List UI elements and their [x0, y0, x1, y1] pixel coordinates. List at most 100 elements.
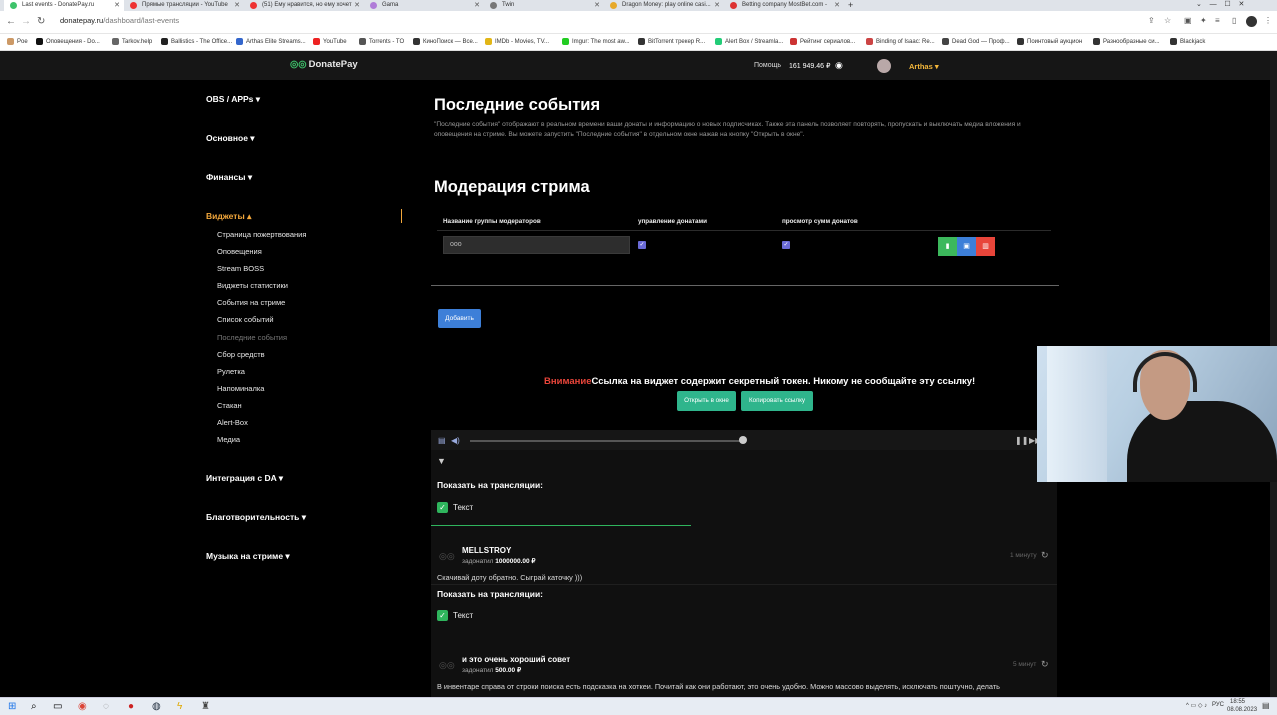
sidebar-section-charity[interactable]: Благотворительность ▾ — [206, 512, 306, 523]
new-tab-button[interactable]: + — [848, 0, 853, 10]
tab-twin[interactable]: Twin ✕ — [484, 0, 604, 11]
filter-icon[interactable]: ▼ — [437, 456, 446, 466]
bookmark-item[interactable]: Arthas Elite Streams... — [236, 38, 306, 45]
open-in-window-button[interactable]: Открыть в окне — [677, 391, 736, 411]
app-icon[interactable]: ♜ — [201, 701, 210, 712]
sidebar-item-donation-page[interactable]: Страница пожертвования — [217, 230, 306, 239]
volume-slider[interactable] — [470, 440, 743, 442]
sidebar-item-stream-boss[interactable]: Stream BOSS — [217, 264, 264, 273]
sidebar-item-alert-box[interactable]: Alert-Box — [217, 418, 248, 427]
tab-dragon-money[interactable]: Dragon Money: play online casi... ✕ — [604, 0, 724, 11]
reload-icon[interactable]: ↻ — [37, 16, 45, 27]
sidebar-section-music[interactable]: Музыка на стриме ▾ — [206, 551, 290, 562]
sidebar-section-main[interactable]: Основное ▾ — [206, 133, 255, 144]
puzzle-icon[interactable]: ✦ — [1200, 16, 1207, 25]
app-icon[interactable]: ϟ — [177, 701, 182, 712]
clock-date[interactable]: 08.08.2023 — [1227, 707, 1257, 713]
user-menu[interactable]: Arthas ▾ — [909, 62, 939, 71]
text-checkbox[interactable]: ✓ — [437, 610, 448, 621]
chrome-icon[interactable]: ◉ — [78, 701, 87, 712]
pause-icon[interactable]: ❚❚ — [1015, 436, 1028, 445]
bookmark-item[interactable]: КиноПоиск — Все... — [413, 38, 478, 45]
forward-icon[interactable]: → — [21, 16, 31, 27]
task-view-icon[interactable]: ▭ — [53, 701, 62, 712]
bookmark-item[interactable]: Разнообразные си... — [1093, 38, 1160, 45]
bookmark-item[interactable]: IMDb - Movies, TV... — [485, 38, 549, 45]
sidebar-item-alerts[interactable]: Оповещения — [217, 247, 262, 256]
sidebar-item-stat-widgets[interactable]: Виджеты статистики — [217, 281, 288, 290]
sidebar-item-event-list[interactable]: Список событий — [217, 315, 274, 324]
bookmark-item[interactable]: YouTube — [313, 38, 347, 45]
donatepay-logo[interactable]: ◎◎ DonatePay — [290, 59, 358, 70]
sidebar-section-obs[interactable]: OBS / APPs ▾ — [206, 94, 260, 105]
bookmark-item[interactable]: Поинтовый аукцион — [1017, 38, 1082, 45]
sidebar-item-reminder[interactable]: Напоминалка — [217, 384, 264, 393]
sidebar-section-finance[interactable]: Финансы ▾ — [206, 172, 252, 183]
avatar[interactable] — [877, 59, 891, 73]
search-icon[interactable]: ⌕ — [31, 701, 37, 712]
sidebar-item-roulette[interactable]: Рулетка — [217, 367, 245, 376]
close-tab-icon[interactable]: ✕ — [234, 1, 240, 9]
sidebar-item-glass[interactable]: Стакан — [217, 401, 242, 410]
profile-avatar-icon[interactable] — [1246, 16, 1257, 27]
window-controls[interactable]: ⌄ — ☐ ✕ — [1196, 0, 1244, 8]
bookmark-item[interactable]: Poe — [7, 38, 28, 45]
clock-time[interactable]: 18:55 — [1230, 699, 1245, 705]
tab-youtube-video[interactable]: (51) Ему нравится, но ему хочет ✕ — [244, 0, 364, 11]
tab-mostbet[interactable]: Betting company MostBet.com - ✕ — [724, 0, 844, 11]
add-button[interactable]: Добавить — [438, 309, 481, 328]
bookmark-item[interactable]: BitTorrent трекер R... — [638, 38, 705, 45]
tab-gama[interactable]: Gama ✕ — [364, 0, 484, 11]
bookmark-item[interactable]: Рейтинг сериалов... — [790, 38, 855, 45]
chat-icon[interactable]: ▮ — [938, 237, 957, 256]
back-icon[interactable]: ← — [6, 16, 16, 27]
tray-icons[interactable]: ^ ▭ ◇ ♪ — [1186, 702, 1207, 709]
manage-donations-checkbox[interactable]: ✓ — [638, 241, 646, 249]
close-tab-icon[interactable]: ✕ — [354, 1, 360, 9]
close-tab-icon[interactable]: ✕ — [594, 1, 600, 9]
bookmark-item[interactable]: Dead God — Проф... — [942, 38, 1010, 45]
extension-icon[interactable]: ▣ — [1184, 16, 1192, 25]
close-tab-icon[interactable]: ✕ — [114, 1, 120, 9]
bookmark-item[interactable]: Blackjack — [1170, 38, 1205, 45]
volume-icon[interactable]: ◀) — [451, 436, 460, 445]
steam-icon[interactable]: ◍ — [152, 701, 161, 712]
sidebar-item-last-events[interactable]: Последние события — [217, 333, 287, 342]
text-checkbox[interactable]: ✓ — [437, 502, 448, 513]
bookmark-star-icon[interactable]: ☆ — [1164, 16, 1171, 25]
notification-icon[interactable]: ▤ — [1262, 701, 1270, 710]
tab-last-events[interactable]: Last events - DonatePay.ru ✕ — [4, 0, 124, 11]
sidebar-section-da-integration[interactable]: Интеграция с DA ▾ — [206, 473, 283, 484]
save-icon[interactable]: ▣ — [957, 237, 976, 256]
delete-icon[interactable]: ▥ — [976, 237, 995, 256]
bookmark-item[interactable]: Imgur: The most aw... — [562, 38, 630, 45]
url-field[interactable]: donatepay.ru/dashboard/last-events — [60, 16, 179, 25]
sidebar-item-media[interactable]: Медиа — [217, 435, 240, 444]
replay-icon[interactable]: ↻ — [1041, 550, 1049, 561]
list-icon[interactable]: ≡ — [1215, 16, 1220, 25]
app-icon[interactable]: ● — [128, 701, 134, 712]
volume-slider-knob[interactable] — [739, 436, 747, 444]
windows-start-icon[interactable]: ⊞ — [8, 701, 16, 712]
eye-icon[interactable]: ◉ — [835, 60, 843, 71]
bookmark-item[interactable]: Оповещения - Do... — [36, 38, 100, 45]
bookmark-item[interactable]: Binding of Isaac: Re... — [866, 38, 935, 45]
language-indicator[interactable]: РУС — [1212, 702, 1224, 708]
bookmark-item[interactable]: Torrents - TO — [359, 38, 404, 45]
sidebar-item-fundraising[interactable]: Сбор средств — [217, 350, 265, 359]
menu-dots-icon[interactable]: ⋮ — [1264, 16, 1272, 25]
group-name-input[interactable]: ooo — [443, 236, 630, 254]
copy-link-button[interactable]: Копировать ссылку — [741, 391, 813, 411]
sidebar-icon[interactable]: ▯ — [1232, 16, 1236, 25]
sidebar-item-stream-events[interactable]: События на стриме — [217, 298, 285, 307]
share-icon[interactable]: ⇪ — [1148, 16, 1155, 25]
close-tab-icon[interactable]: ✕ — [714, 1, 720, 9]
replay-icon[interactable]: ↻ — [1041, 659, 1049, 670]
tab-youtube-live[interactable]: Прямые трансляции - YouTube ✕ — [124, 0, 244, 11]
bookmark-item[interactable]: Alert Box / Streamla... — [715, 38, 783, 45]
app-icon[interactable]: ◌ — [103, 701, 109, 712]
help-link[interactable]: Помощь — [754, 62, 781, 69]
close-tab-icon[interactable]: ✕ — [474, 1, 480, 9]
close-tab-icon[interactable]: ✕ — [834, 1, 840, 9]
bookmark-item[interactable]: Ballistics - The Office... — [161, 38, 232, 45]
